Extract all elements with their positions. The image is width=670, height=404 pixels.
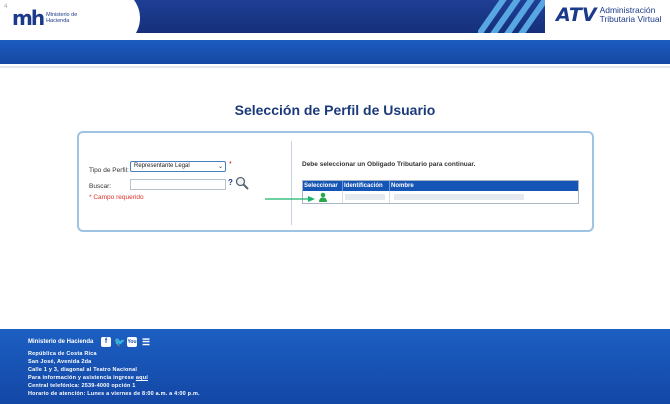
- pointer-arrow-icon: [265, 196, 315, 202]
- tipo-perfil-label: Tipo de Perfil:: [89, 167, 129, 174]
- atv-logo-text: Administración Tributaria Virtual: [600, 6, 662, 24]
- mh-logo-mark: mh: [12, 6, 45, 30]
- nav-divider: [0, 66, 670, 68]
- footer-info: Para información y asistencia ingrese aq…: [28, 375, 148, 381]
- campo-requerido-note: * Campo requerido: [89, 194, 144, 201]
- perfil-select[interactable]: Representante Legal ⌄: [130, 161, 226, 172]
- page-title: Selección de Perfil de Usuario: [234, 102, 436, 118]
- facebook-icon[interactable]: f: [101, 337, 111, 347]
- column-header-identificacion[interactable]: Identificación: [343, 181, 390, 191]
- select-obligado-message: Debe seleccionar un Obligado Tributario …: [302, 161, 476, 168]
- header-curve: [80, 0, 140, 36]
- buscar-input[interactable]: [130, 179, 226, 190]
- navigation-bar: [0, 40, 670, 64]
- perfil-select-value: Representante Legal: [134, 163, 190, 169]
- nombre-cell: [390, 191, 578, 203]
- user-select-icon[interactable]: [318, 192, 328, 202]
- header: 4 mh Ministerio de Hacienda ATV Administ…: [0, 0, 670, 36]
- mh-logo-text: Ministerio de Hacienda: [46, 12, 78, 24]
- footer-hours: Horario de atención: Lunes a viernes de …: [28, 391, 200, 397]
- search-icon[interactable]: [235, 176, 249, 190]
- aqui-link[interactable]: aquí: [136, 375, 148, 381]
- panel-divider: [291, 141, 292, 225]
- footer-address-city: San José, Avenida 2da: [28, 359, 92, 365]
- footer-address-street: Calle 1 y 3, diagonal al Teatro Nacional: [28, 367, 138, 373]
- profile-selection-panel: Tipo de Perfil: Representante Legal ⌄ * …: [77, 131, 594, 232]
- footer-address-country: República de Costa Rica: [28, 351, 97, 357]
- column-header-seleccionar[interactable]: Seleccionar: [303, 181, 343, 191]
- required-marker: *: [229, 161, 232, 168]
- atv-logo-mark: ATV: [556, 4, 597, 26]
- buscar-label: Buscar:: [89, 183, 112, 190]
- obligados-grid: Seleccionar Identificación Nombre: [302, 180, 579, 204]
- help-icon[interactable]: ?: [228, 178, 233, 187]
- identificacion-cell: [343, 191, 390, 203]
- redacted-nombre: [394, 194, 524, 200]
- page: 4 mh Ministerio de Hacienda ATV Administ…: [0, 0, 670, 404]
- twitter-icon[interactable]: 🐦: [114, 337, 125, 347]
- atv-logo-line2: Tributaria Virtual: [599, 14, 662, 24]
- chevron-down-icon: ⌄: [217, 164, 223, 170]
- youtube-icon[interactable]: You: [127, 337, 137, 347]
- footer-title: Ministerio de Hacienda: [28, 339, 94, 345]
- footer: Ministerio de Hacienda f 🐦 You ☰ Repúbli…: [0, 329, 670, 404]
- footer-info-text: Para información y asistencia ingrese: [28, 375, 136, 381]
- footer-phone: Central telefónica: 2539-4000 opción 1: [28, 383, 136, 389]
- table-row[interactable]: [303, 191, 578, 203]
- ministerio-hacienda-logo[interactable]: mh Ministerio de Hacienda: [12, 8, 82, 28]
- page-number: 4: [4, 4, 8, 10]
- atv-logo[interactable]: ATV Administración Tributaria Virtual: [556, 5, 661, 25]
- list-icon[interactable]: ☰: [141, 337, 151, 347]
- column-header-nombre[interactable]: Nombre: [390, 181, 578, 191]
- redacted-identificacion: [345, 194, 385, 200]
- grid-header: Seleccionar Identificación Nombre: [303, 181, 578, 191]
